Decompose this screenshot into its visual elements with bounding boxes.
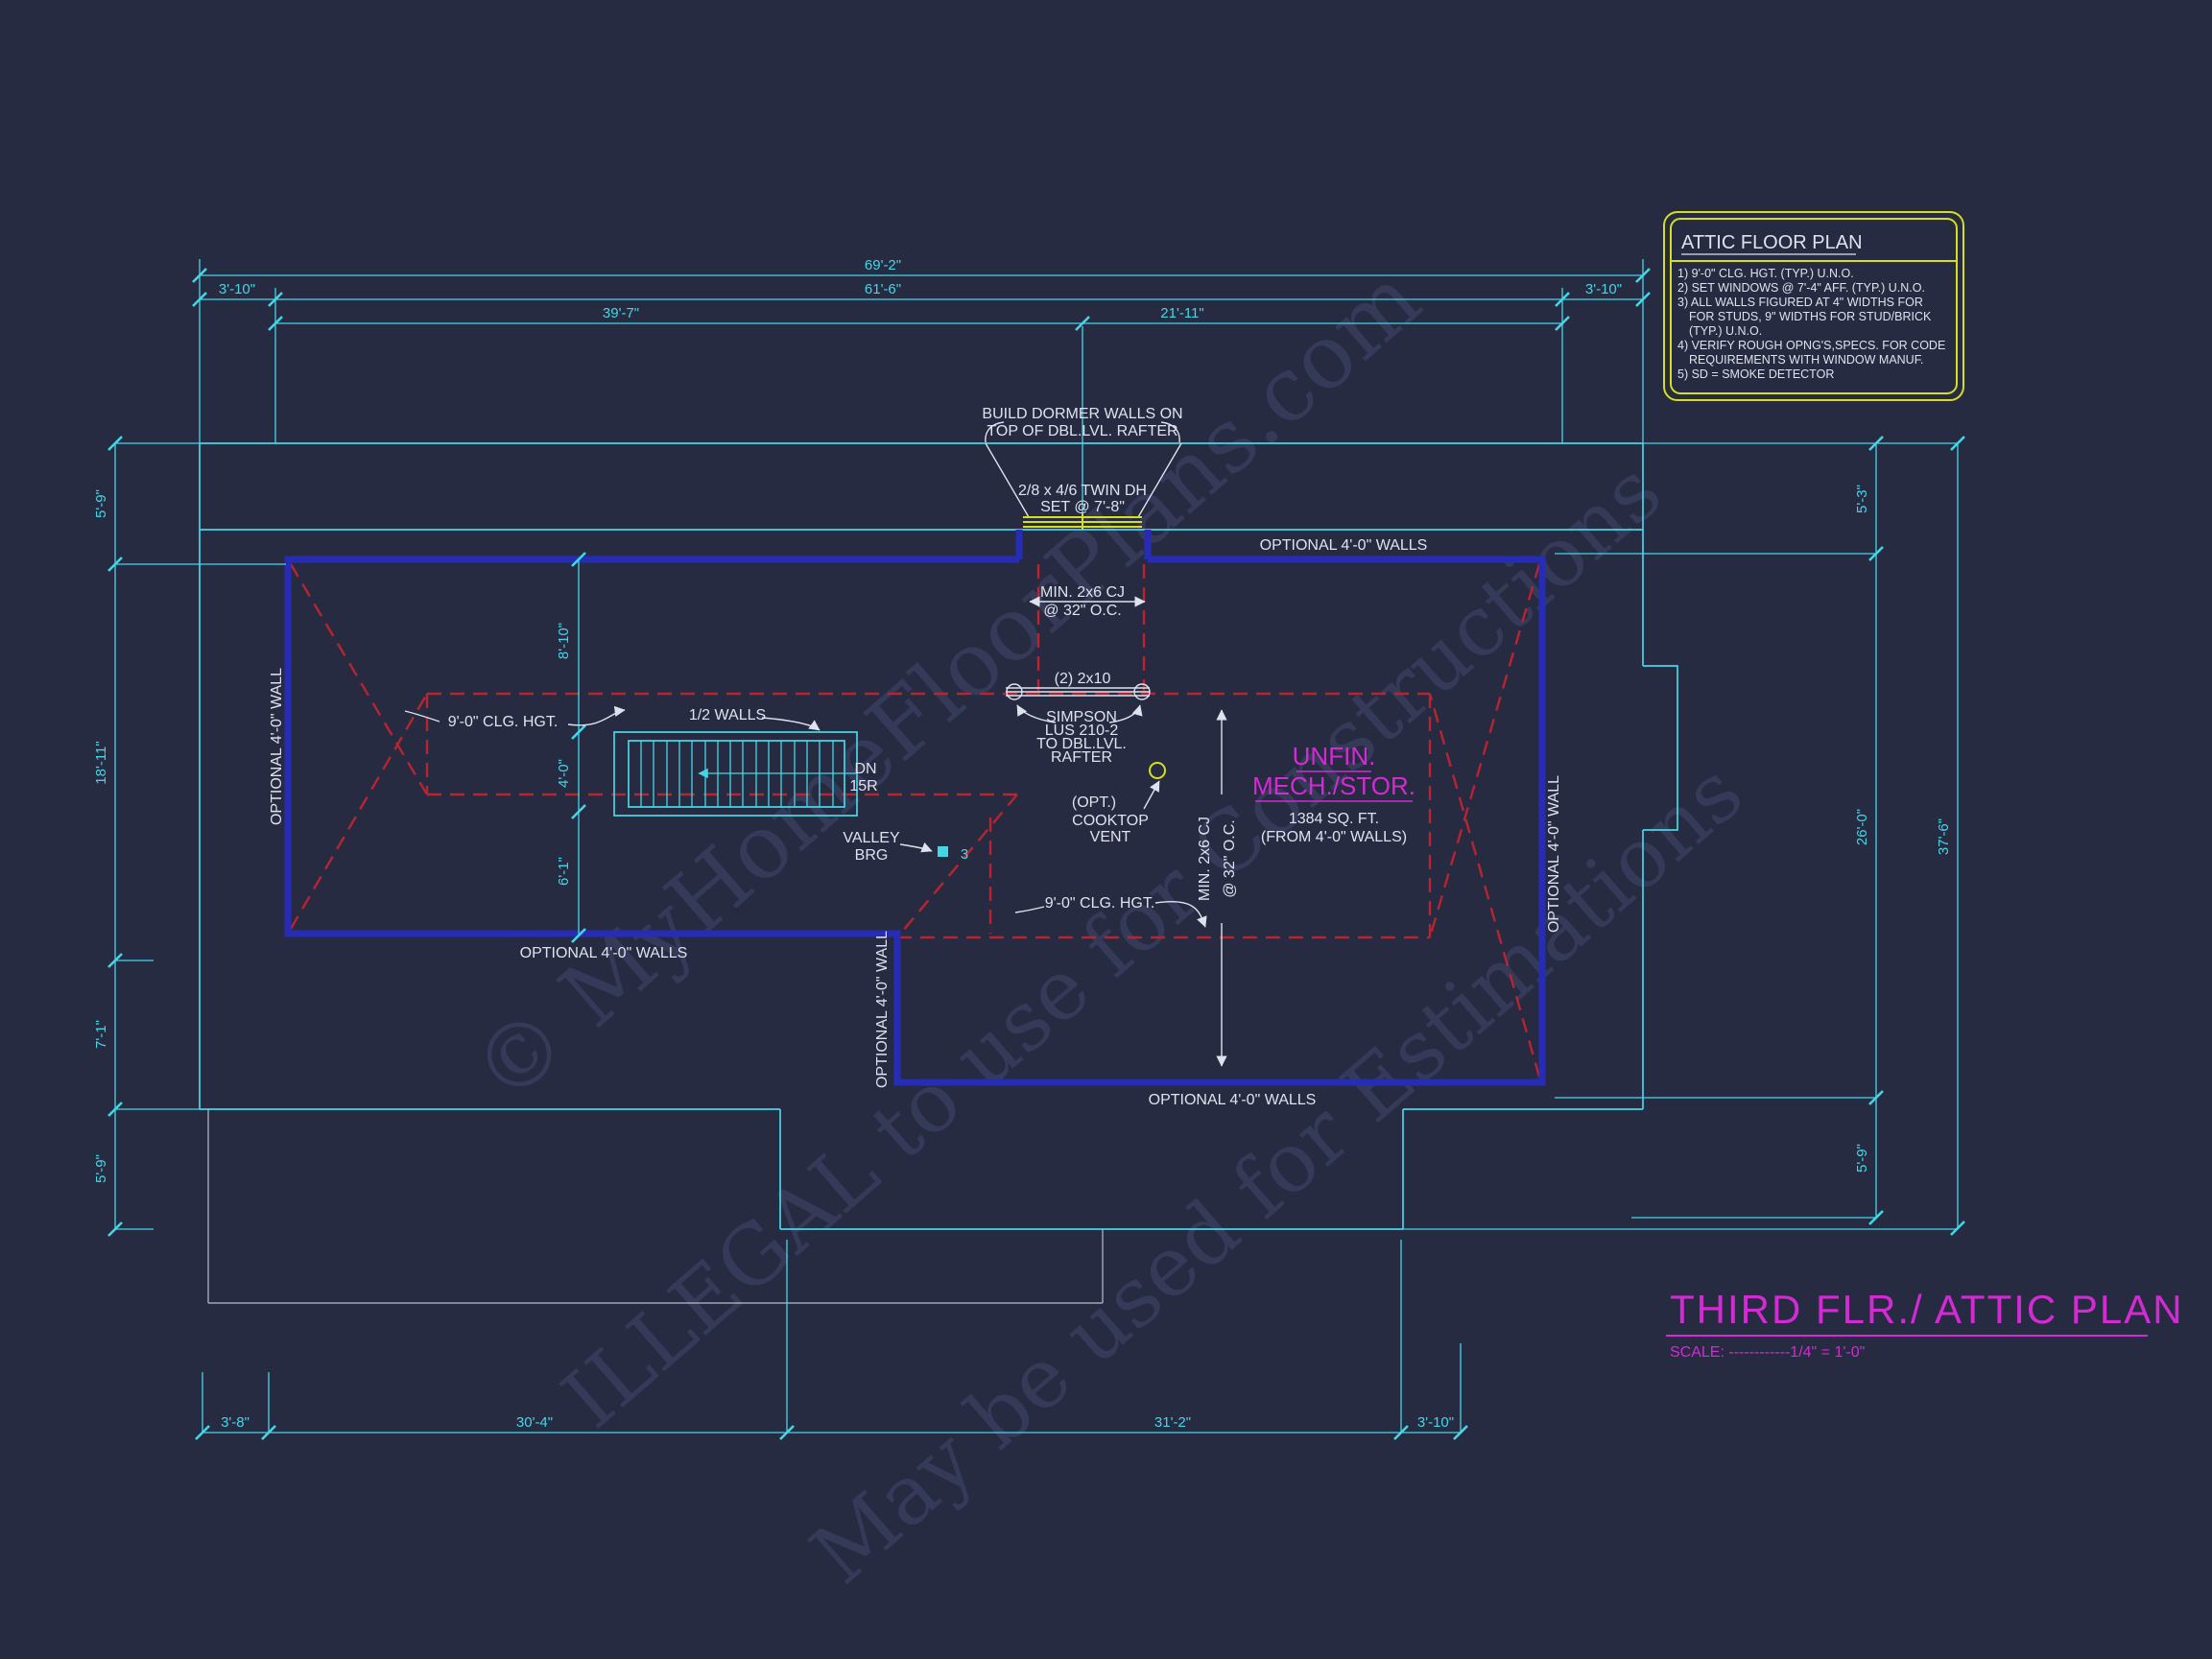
watermark-group: © MyHomeFloorPlans.com ILLEGAL to use fo… (453, 248, 1760, 1603)
simpson-note-4: RAFTER (1051, 749, 1112, 766)
dim-top-main: 61'-6" (865, 281, 901, 297)
dim-right-overall: 37'-6" (1936, 818, 1952, 855)
title-block: THIRD FLR./ ATTIC PLAN SCALE: ----------… (1666, 1287, 2184, 1361)
dim-bottom-2: 30'-4" (516, 1414, 553, 1431)
floor-below-outline (208, 1109, 1103, 1303)
room-name-line2: MECH./STOR. (1252, 771, 1415, 800)
dim-top-left-overhang: 3'-10" (219, 281, 255, 297)
valley-number: 3 (961, 846, 968, 863)
optional-wall-label-east: OPTIONAL 4'-0" WALL (1546, 775, 1562, 933)
dim-top-left-segment: 39'-7" (603, 305, 639, 321)
optional-walls-label-left: OPTIONAL 4'-0" WALLS (520, 945, 688, 961)
stair-riser-label: 15R (849, 778, 877, 794)
optional-walls (288, 530, 1542, 1082)
sheet-title: THIRD FLR./ ATTIC PLAN (1670, 1287, 2184, 1332)
dim-right-3: 5'-9" (1854, 1144, 1870, 1173)
watermark-copyright: © MyHomeFloorPlans.com (453, 248, 1439, 1124)
note-line-4: FOR STUDS, 9" WIDTHS FOR STUD/BRICK (1689, 310, 1932, 323)
cooktop-label-1: COOKTOP (1072, 813, 1149, 829)
notes-box: ATTIC FLOOR PLAN 1) 9'-0" CLG. HGT. (TYP… (1664, 212, 1963, 400)
window-note-line1: 2/8 x 4/6 TWIN DH (1018, 483, 1147, 499)
optional-wall-label-mid: OPTIONAL 4'-0" WALL (874, 931, 891, 1088)
dim-bottom-4: 3'-10" (1417, 1414, 1454, 1431)
dim-right-1: 5'-3" (1854, 485, 1870, 513)
watermark-estimations: May be used for Estimations (794, 745, 1761, 1603)
room-area-note: (FROM 4'-0" WALLS) (1261, 829, 1407, 845)
cooktop-label-2: VENT (1090, 829, 1131, 845)
dim-top-overall: 69'-2" (865, 257, 901, 273)
note-line-3: 3) ALL WALLS FIGURED AT 4" WIDTHS FOR (1677, 296, 1923, 309)
dormer-note-line2: TOP OF DBL.LVL. RAFTER (987, 423, 1177, 439)
dim-top-right-segment: 21'-11" (1160, 305, 1203, 321)
optional-wall-label-west: OPTIONAL 4'-0" WALL (269, 668, 285, 825)
note-line-6: 4) VERIFY ROUGH OPNG'S,SPECS. FOR CODE (1677, 339, 1945, 352)
ceiling-height-label-2: 9'-0" CLG. HGT. (1045, 895, 1155, 912)
dim-right-2: 26'-0" (1854, 809, 1870, 845)
dim-stair-2: 4'-0" (556, 759, 572, 788)
notes-title: ATTIC FLOOR PLAN (1681, 232, 1863, 253)
ceiling-height-label-1: 9'-0" CLG. HGT. (448, 714, 559, 730)
beam-label: (2) 2x10 (1055, 671, 1111, 687)
note-line-8: 5) SD = SMOKE DETECTOR (1677, 367, 1834, 381)
dim-stair-1: 8'-10" (556, 623, 572, 659)
optional-walls-label-bottom: OPTIONAL 4'-0" WALLS (1149, 1092, 1317, 1108)
note-line-7: REQUIREMENTS WITH WINDOW MANUF. (1689, 353, 1923, 367)
optional-walls-label-top: OPTIONAL 4'-0" WALLS (1260, 537, 1428, 554)
dim-left-2: 18'-11" (93, 741, 109, 784)
dim-left-3: 7'-1" (93, 1020, 109, 1049)
dim-left-4: 5'-9" (93, 1154, 109, 1183)
sheet-scale: SCALE: ------------1/4" = 1'-0" (1670, 1344, 1865, 1361)
dim-bottom-1: 3'-8" (221, 1414, 250, 1431)
room-area: 1384 SQ. FT. (1289, 811, 1379, 827)
dim-bottom-3: 31'-2" (1154, 1414, 1191, 1431)
joist-note-line1: MIN. 2x6 CJ (1040, 584, 1125, 601)
drawing-sheet: © MyHomeFloorPlans.com ILLEGAL to use fo… (0, 0, 2212, 1659)
note-line-2: 2) SET WINDOWS @ 7'-4" AFF. (TYP.) U.N.O… (1677, 281, 1925, 295)
note-line-5: (TYP.) U.N.O. (1689, 324, 1762, 338)
joist-vertical-note-2: @ 32" O.C. (1222, 819, 1238, 898)
half-walls-label: 1/2 WALLS (689, 707, 766, 723)
room-name-line1: UNFIN. (1293, 742, 1376, 770)
valley-bearing-marker (938, 846, 948, 857)
stair-dn-label: DN (854, 761, 876, 777)
dim-stair-3: 6'-1" (556, 857, 572, 886)
valley-label-2: BRG (855, 847, 889, 864)
dim-top-right-overhang: 3'-10" (1585, 281, 1622, 297)
note-line-1: 1) 9'-0" CLG. HGT. (TYP.) U.N.O. (1677, 267, 1854, 280)
floor-plan-canvas: © MyHomeFloorPlans.com ILLEGAL to use fo… (0, 0, 2212, 1659)
valley-label-1: VALLEY (843, 830, 900, 846)
window-note-line2: SET @ 7'-8" (1040, 499, 1125, 515)
cooktop-opt-label: (OPT.) (1072, 794, 1116, 811)
joist-vertical-note-1: MIN. 2x6 CJ (1197, 817, 1213, 901)
dim-left-1: 5'-9" (93, 489, 109, 518)
joist-note-line2: @ 32" O.C. (1043, 603, 1122, 619)
cooktop-vent-circle (1150, 763, 1165, 778)
dormer-note-line1: BUILD DORMER WALLS ON (982, 406, 1182, 422)
